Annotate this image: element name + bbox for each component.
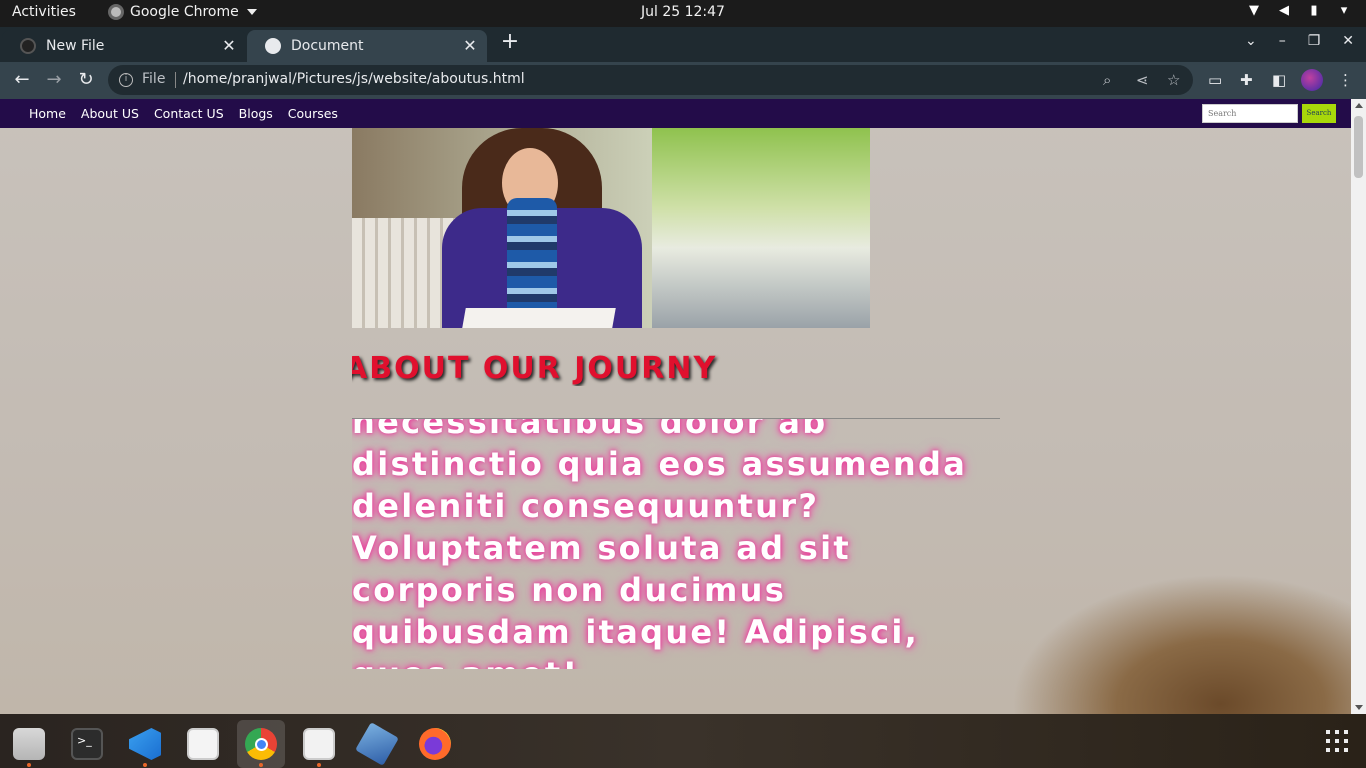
url-text[interactable]: /home/pranjwal/Pictures/js/website/about… [183,71,525,87]
text-editor-icon [303,728,335,760]
system-tray[interactable]: ▼ ◀ ▮ ▾ [1246,4,1352,18]
battery-icon: ▮ [1310,3,1318,18]
minimize-icon[interactable]: – [1279,33,1286,49]
window-controls: ⌄ – ❐ ✕ [1245,33,1354,49]
page-scrollbar[interactable] [1351,99,1366,714]
site-nav-links: Home About US Contact US Blogs Courses [29,106,338,121]
scroll-down-arrow-icon[interactable] [1355,705,1363,710]
new-tab-button[interactable]: + [499,31,521,53]
dock-terminal[interactable]: >_ [63,720,111,768]
wifi-icon: ▼ [1249,3,1259,18]
about-paragraph-container: necessitatibus dolor ab distinctio quia … [352,419,1012,669]
extensions-icon[interactable]: ✚ [1240,71,1253,89]
terminal-icon: >_ [71,728,103,760]
firefox-icon [419,728,451,760]
tab-manager-icon[interactable]: ▭ [1208,71,1222,89]
chevron-down-icon: ▾ [1340,3,1348,18]
gnome-top-bar: Activities Google Chrome Jul 25 12:47 ▼ … [0,0,1366,27]
tab-new-file[interactable]: New File ✕ [2,30,246,62]
github-icon [20,38,36,54]
tab-document[interactable]: Document ✕ [247,30,487,62]
browser-toolbar: ← → ↻ i File /home/pranjwal/Pictures/js/… [0,62,1366,99]
document-viewer-icon [187,728,219,760]
back-icon[interactable]: ← [11,70,33,90]
menu-icon[interactable]: ⋮ [1338,71,1353,89]
address-bar[interactable]: i File /home/pranjwal/Pictures/js/websit… [108,65,1193,95]
dock-firefox[interactable] [411,720,459,768]
tab-strip: New File ✕ Document ✕ [0,27,1366,62]
page-viewport: Home About US Contact US Blogs Courses S… [0,99,1351,714]
close-icon[interactable]: ✕ [461,36,479,55]
tab-title: Document [291,38,364,54]
dock: >_ [0,714,1366,768]
about-paragraph: necessitatibus dolor ab distinctio quia … [352,419,968,669]
about-heading-text: ABOUT OUR JOURNY [352,351,718,386]
tab-title: New File [46,38,105,54]
close-icon[interactable]: ✕ [220,36,238,55]
search-button[interactable]: Search [1302,104,1336,123]
dock-vscode[interactable] [121,720,169,768]
dock-text-editor[interactable] [295,720,343,768]
forward-icon[interactable]: → [43,70,65,90]
vscode-icon [129,728,161,760]
nav-link-home[interactable]: Home [29,106,66,121]
dock-virtualbox[interactable] [353,720,401,768]
dock-files[interactable] [5,720,53,768]
show-applications-icon[interactable] [1326,730,1348,752]
dock-chrome[interactable] [237,720,285,768]
bookmark-star-icon[interactable]: ☆ [1167,71,1180,89]
zoom-icon[interactable]: ⌕ [1103,71,1111,89]
profile-avatar[interactable] [1301,69,1323,91]
clock[interactable]: Jul 25 12:47 [0,4,1366,20]
nav-link-blogs[interactable]: Blogs [239,106,273,121]
hero-image [352,128,870,328]
reload-icon[interactable]: ↻ [75,70,97,90]
files-icon [13,728,45,760]
nav-link-contact[interactable]: Contact US [154,106,224,121]
about-heading: ABOUT OUR JOURNY [352,351,852,386]
restore-icon[interactable]: ❐ [1308,33,1321,49]
chrome-icon [245,728,277,760]
nav-link-about[interactable]: About US [81,106,139,121]
virtualbox-icon [355,722,399,766]
info-icon[interactable]: i [119,73,133,87]
globe-icon [265,38,281,54]
volume-icon: ◀ [1279,3,1289,18]
divider [175,72,176,88]
dock-document-viewer[interactable] [179,720,227,768]
url-scheme: File [142,71,166,87]
clock-label: Jul 25 12:47 [641,4,725,20]
share-icon[interactable]: ⋖ [1136,71,1149,89]
tab-search-icon[interactable]: ⌄ [1245,33,1257,49]
side-panel-icon[interactable]: ◧ [1272,71,1286,89]
site-navbar: Home About US Contact US Blogs Courses S… [0,99,1351,128]
close-window-icon[interactable]: ✕ [1342,33,1354,49]
nav-link-courses[interactable]: Courses [288,106,338,121]
scroll-up-arrow-icon[interactable] [1355,103,1363,108]
scrollbar-thumb[interactable] [1354,116,1363,178]
search-input[interactable]: Search [1202,104,1298,123]
